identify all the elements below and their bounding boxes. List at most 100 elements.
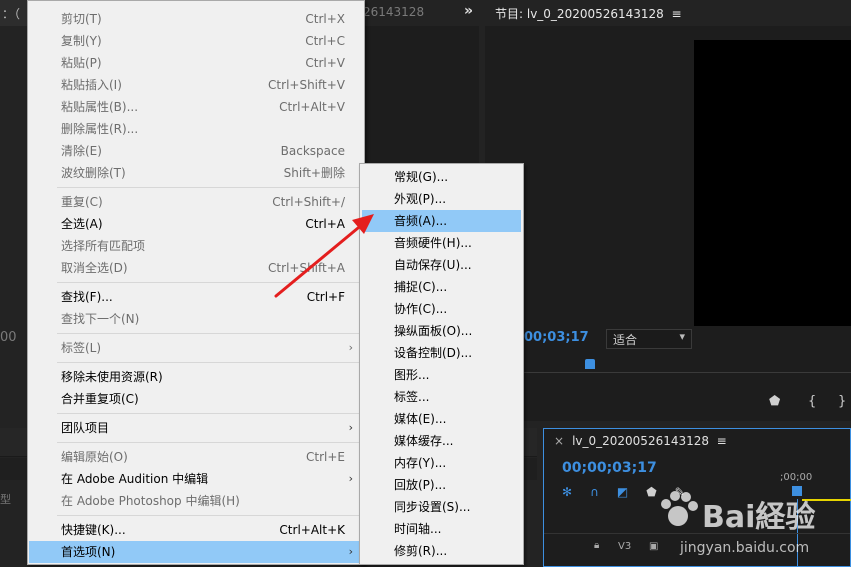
watermark-url: jingyan.baidu.com (680, 540, 810, 556)
program-timecode[interactable]: 00;03;17 (524, 330, 589, 345)
submenu-item-control-surface[interactable]: 操纵面板(O)... (362, 320, 521, 342)
menu-item-paste-attributes[interactable]: 粘贴属性(B)... Ctrl+Alt+V (29, 96, 363, 118)
timeline-tab-label: lv_0_20200526143128 (572, 434, 710, 448)
chevron-right-icon: › (348, 341, 353, 354)
submenu-item-graphics[interactable]: 图形... (362, 364, 521, 386)
submenu-item-sync-settings[interactable]: 同步设置(S)... (362, 496, 521, 518)
playhead-icon[interactable] (585, 359, 595, 369)
menu-separator (57, 413, 362, 414)
source-tab-bar: 26143128 » (363, 0, 479, 26)
menu-item-shortcut: Ctrl+Alt+V (279, 100, 345, 114)
menu-separator (57, 515, 362, 516)
submenu-item-label: 外观(P)... (394, 192, 447, 206)
menu-item-shortcut: Ctrl+Shift+V (268, 78, 345, 92)
submenu-item-trim[interactable]: 修剪(R)... (362, 540, 521, 562)
submenu-item-labels[interactable]: 标签... (362, 386, 521, 408)
lock-icon[interactable]: 🔒︎ (594, 540, 599, 551)
snap-magnet-icon[interactable]: ∩ (590, 485, 617, 499)
submenu-item-label: 媒体(E)... (394, 412, 447, 426)
fit-select-value: 适合 (613, 333, 638, 347)
marker-icon[interactable]: ⬟ (769, 394, 780, 409)
menu-item-label: 合并重复项(C) (61, 392, 139, 406)
chevron-right-icon: › (348, 421, 353, 434)
submenu-item-label: 音频(A)... (394, 214, 448, 228)
baidu-jingyan-watermark: Bai経验 jingyan.baidu.com (650, 470, 850, 567)
nest-icon[interactable]: ✻ (562, 485, 590, 499)
submenu-item-label: 图形... (394, 368, 430, 382)
submenu-item-general[interactable]: 常规(G)... (362, 166, 521, 188)
red-pointer-arrow-icon (274, 214, 374, 298)
out-point-icon[interactable]: } (838, 394, 846, 409)
program-tab-bar: 节目: lv_0_20200526143128 ≡ (485, 0, 851, 26)
program-tab-title[interactable]: 节目: lv_0_20200526143128 ≡ (495, 5, 682, 22)
submenu-item-playback[interactable]: 回放(P)... (362, 474, 521, 496)
submenu-item-label: 回放(P)... (394, 478, 447, 492)
menu-item-shortcut: Ctrl+E (306, 450, 345, 464)
menu-item-edit-in-audition[interactable]: 在 Adobe Audition 中编辑 › (29, 468, 363, 490)
menu-item-consolidate-duplicates[interactable]: 合并重复项(C) (29, 388, 363, 410)
left-panel-tab[interactable]: ：（ (0, 0, 30, 26)
source-timecode: 00 (0, 330, 17, 345)
timeline-timecode[interactable]: 00;00;03;17 (562, 460, 657, 476)
menu-item-shortcut: Shift+删除 (283, 166, 345, 180)
menu-item-label: 剪切(T) (61, 12, 102, 26)
menu-item-find-next[interactable]: 查找下一个(N) (29, 308, 363, 330)
menu-item-shortcut: Ctrl+V (305, 56, 345, 70)
menu-item-remove-attributes[interactable]: 删除属性(R)... (29, 118, 363, 140)
submenu-item-label: 操纵面板(O)... (394, 324, 473, 338)
chevron-right-icon: › (348, 545, 353, 558)
menu-item-label: 团队项目 (61, 421, 110, 435)
menu-item-label: 移除未使用资源(R) (61, 370, 163, 384)
chevron-right-icon: › (348, 472, 353, 485)
submenu-item-label: 协作(C)... (394, 302, 448, 316)
menu-item-cut[interactable]: 剪切(T) Ctrl+X (29, 8, 363, 30)
menu-item-shortcut: Ctrl+Alt+K (279, 523, 345, 537)
program-ruler[interactable] (520, 360, 851, 373)
submenu-item-device-control[interactable]: 设备控制(D)... (362, 342, 521, 364)
baidu-paw-icon (661, 491, 698, 526)
menu-item-edit-in-photoshop[interactable]: 在 Adobe Photoshop 中编辑(H) (29, 490, 363, 512)
menu-item-shortcut: Backspace (280, 144, 345, 158)
menu-item-preferences[interactable]: 首选项(N) › (29, 541, 363, 563)
source-tab-title[interactable]: 26143128 (363, 5, 424, 19)
menu-item-paste-insert[interactable]: 粘贴插入(I) Ctrl+Shift+V (29, 74, 363, 96)
menu-item-label: 复制(Y) (61, 34, 102, 48)
close-icon[interactable]: × (554, 434, 564, 448)
menu-item-clear[interactable]: 清除(E) Backspace (29, 140, 363, 162)
menu-item-team-projects[interactable]: 团队项目 › (29, 417, 363, 439)
menu-item-label: 选择所有匹配项 (61, 239, 146, 253)
menu-item-paste[interactable]: 粘贴(P) Ctrl+V (29, 52, 363, 74)
menu-item-label: 查找下一个(N) (61, 312, 140, 326)
menu-item-keyboard-shortcuts[interactable]: 快捷键(K)... Ctrl+Alt+K (29, 519, 363, 541)
menu-item-label: 取消全选(D) (61, 261, 128, 275)
menu-item-label: 标签(L) (61, 341, 102, 355)
linked-selection-icon[interactable]: ◩ (617, 485, 646, 499)
track-label-v3[interactable]: V3 (618, 541, 631, 552)
submenu-item-label: 标签... (394, 390, 430, 404)
submenu-item-memory[interactable]: 内存(Y)... (362, 452, 521, 474)
menu-item-label: 清除(E) (61, 144, 102, 158)
double-chevron-right-icon[interactable]: » (464, 3, 473, 19)
timeline-tab[interactable]: × lv_0_20200526143128 ≡ (554, 434, 727, 448)
menu-item-edit-original[interactable]: 编辑原始(O) Ctrl+E (29, 446, 363, 468)
hamburger-icon[interactable]: ≡ (717, 434, 727, 448)
submenu-item-media[interactable]: 媒体(E)... (362, 408, 521, 430)
menu-separator (57, 362, 362, 363)
submenu-item-label: 常规(G)... (394, 170, 449, 184)
menu-item-copy[interactable]: 复制(Y) Ctrl+C (29, 30, 363, 52)
menu-item-label-submenu[interactable]: 标签(L) › (29, 337, 363, 359)
hamburger-icon[interactable]: ≡ (671, 7, 681, 21)
menu-item-label: 在 Adobe Audition 中编辑 (61, 472, 209, 486)
menu-item-ripple-delete[interactable]: 波纹删除(T) Shift+删除 (29, 162, 363, 184)
menu-item-label: 在 Adobe Photoshop 中编辑(H) (61, 494, 240, 508)
fit-zoom-select[interactable]: 适合 ▾ (606, 329, 692, 349)
menu-item-label: 粘贴插入(I) (61, 78, 122, 92)
menu-separator (57, 333, 362, 334)
submenu-item-label: 音频硬件(H)... (394, 236, 472, 250)
menu-item-remove-unused[interactable]: 移除未使用资源(R) (29, 366, 363, 388)
submenu-item-media-cache[interactable]: 媒体缓存... (362, 430, 521, 452)
list-view-icon[interactable]: 型 (0, 491, 11, 507)
submenu-item-label: 媒体缓存... (394, 434, 454, 448)
submenu-item-timeline[interactable]: 时间轴... (362, 518, 521, 540)
in-point-icon[interactable]: { (808, 394, 816, 409)
